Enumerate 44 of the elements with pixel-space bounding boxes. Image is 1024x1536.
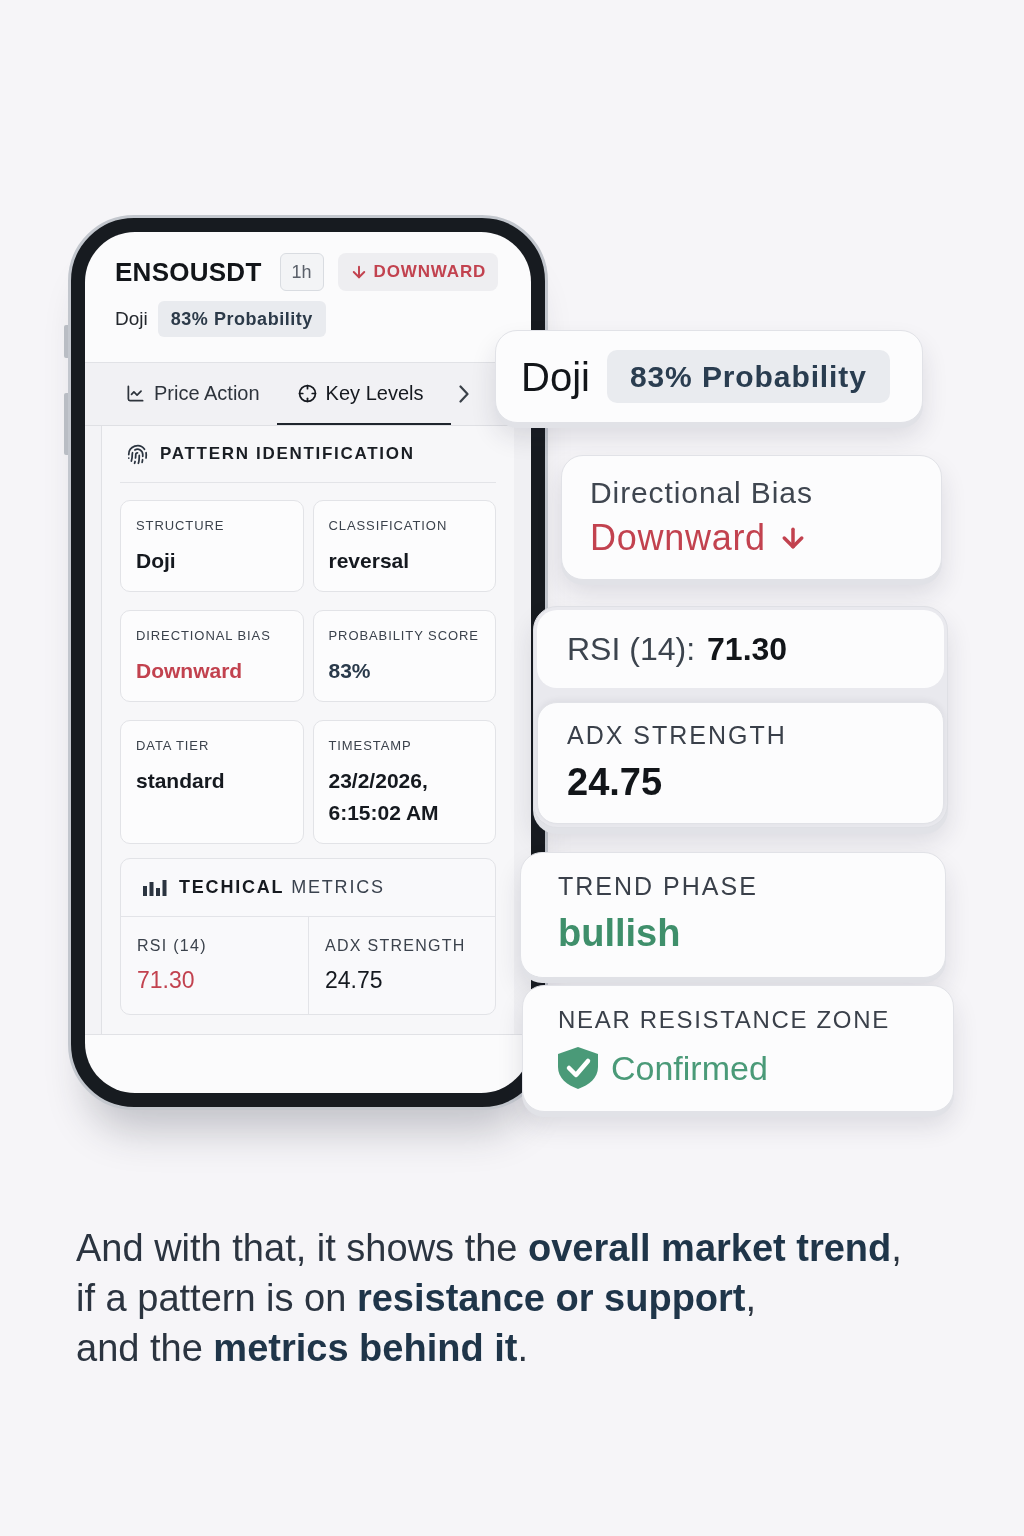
field-label: CLASSIFICATION [328,517,449,535]
phone-side-button[interactable] [64,325,68,358]
metric-label: RSI (14) [137,936,208,956]
adx-label: ADX STRENGTH [567,720,787,750]
section-title: PATTERN IDENTIFICATION [160,443,415,466]
probability-badge: 83% Probability [606,350,890,403]
pattern-name: Doji [115,306,148,331]
bias-value: Downward [590,517,766,559]
field-value: 83% [328,658,372,684]
pattern-name: Doji [521,353,590,401]
metric-value: 71.30 [137,966,196,995]
metrics-title: TECHICAL METRICS [179,876,385,899]
bias-label: Directional Bias [590,475,813,511]
rsi-label: RSI (14): [567,630,696,669]
chevron-right-icon [459,385,470,403]
fingerprint-icon [127,443,148,465]
field-label: PROBABILITY SCORE [328,627,480,645]
bar-chart-icon [143,879,167,896]
metric-label: ADX STRENGTH [325,936,467,956]
field-label: DATA TIER [136,737,211,755]
field-value: Doji [136,548,177,574]
field-value: standard [136,768,226,794]
line-chart-icon [126,383,145,403]
rsi-value: 71.30 [707,630,788,669]
field-value: 23/2/2026, 6:15:02 AM [328,768,440,826]
field-value: Downward [136,658,244,684]
caption-text: And with that, it shows the overall market trend, if a pattern is on resistance or support, and the metrics behind it. [76,1226,902,1371]
field-label: STRUCTURE [136,517,226,535]
field-label: TIMESTAMP [328,737,413,755]
metric-value: 24.75 [325,966,384,995]
crosshair-icon [297,383,317,403]
field-value: reversal [328,548,411,574]
trend-phase-value: bullish [558,911,681,955]
resistance-label: NEAR RESISTANCE ZONE [558,1005,890,1035]
tab[interactable]: Price Action [109,363,277,425]
trend-phase-label: TREND PHASE [558,871,758,901]
field-label: DIRECTIONAL BIAS [136,627,272,645]
symbol-title: ENSOUSDT [115,255,262,289]
adx-value: 24.75 [567,760,663,804]
probability-badge: 83% Probability [157,301,326,337]
phone-side-button[interactable] [64,393,68,455]
timeframe-badge: 1h [279,253,324,291]
resistance-value: Confirmed [611,1048,768,1089]
direction-label: DOWNWARD [373,261,487,284]
